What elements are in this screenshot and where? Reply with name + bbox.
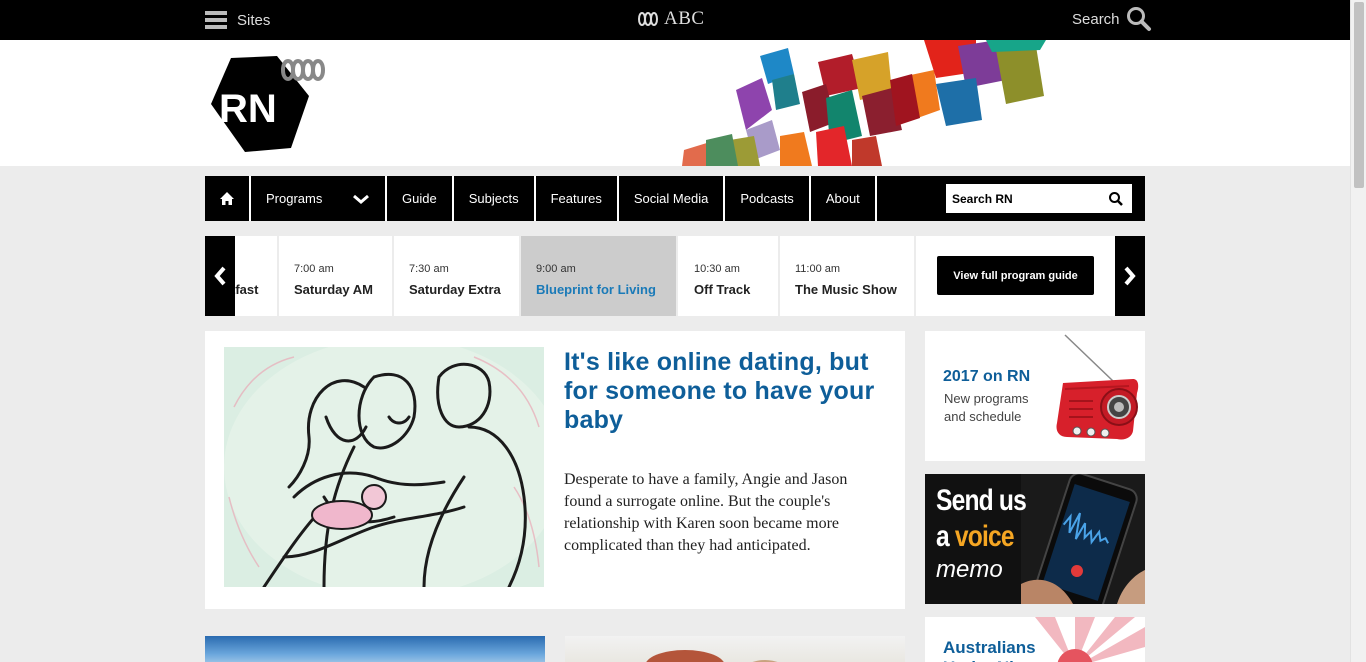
slot-title: Off Track [694,282,751,297]
schedule-slot[interactable]: 10:30 am Off Track [678,236,780,316]
promo-send-voice-memo[interactable]: Send us a voice memo [925,474,1145,604]
nav-subjects[interactable]: Subjects [454,176,536,221]
feature-summary: Desperate to have a family, Angie and Ja… [564,471,848,554]
global-search-label: Search [1072,10,1120,28]
slot-time: 7:30 am [409,263,449,275]
search-icon[interactable] [1108,191,1124,207]
decorative-mosaic-graphic [682,40,1046,166]
scrollbar-thumb[interactable] [1354,2,1364,188]
nav-about-label: About [825,191,860,206]
nav-programs-label: Programs [266,191,323,206]
promo2-line1: Send us [936,484,1027,517]
nav-features[interactable]: Features [536,176,619,221]
rn-search-input[interactable] [952,191,1102,206]
nav-programs[interactable]: Programs [251,176,387,221]
promo1-text: New programs and schedule [944,391,1029,424]
nav-home[interactable] [205,176,251,221]
promo-australians-under[interactable]: Australians Under Ni [925,617,1145,662]
search-icon [1126,7,1151,31]
phone-recording-image [1021,474,1145,604]
menu-icon [205,11,227,29]
schedule-slot[interactable]: 7:00 am Saturday AM [279,236,394,316]
schedule-slot[interactable]: 11:00 am The Music Show [780,236,916,316]
schedule-slot[interactable]: tfast [235,236,279,316]
story-card-image[interactable] [205,636,545,662]
story-card-photo [646,650,777,662]
chevron-left-icon [214,266,226,286]
rn-search-box [946,184,1132,213]
promo3-title: Australians Under Ni [943,638,1036,662]
rn-header-banner: RN [0,40,1350,166]
schedule-slot[interactable]: 7:30 am Saturday Extra [394,236,521,316]
abc-lissajous-icon [637,12,659,26]
nav-features-label: Features [550,191,602,206]
chevron-down-icon [353,194,369,204]
nav-guide-label: Guide [402,191,437,206]
chevron-right-icon [1124,266,1136,286]
promo-2017-on-rn[interactable]: 2017 on RN New programs and schedule [925,331,1145,461]
slot-time: 7:00 am [294,263,334,275]
schedule-prev-button[interactable] [205,236,235,316]
schedule-next-button[interactable] [1115,236,1145,316]
slot-title: Saturday Extra [409,282,501,297]
abc-logo-text: ABC [664,8,705,29]
promo1-title: 2017 on RN [943,368,1031,385]
global-search-button[interactable]: Search [1072,6,1152,32]
feature-story: It's like online dating, but for someone… [205,331,905,609]
rn-hexagon-logo-icon: RN [211,56,326,152]
story-card-image[interactable] [565,636,905,662]
nav-podcasts-label: Podcasts [740,191,794,206]
nav-podcasts[interactable]: Podcasts [725,176,811,221]
rn-logo-text: RN [219,87,277,131]
slot-title: The Music Show [795,282,897,297]
slot-title: tfast [235,282,259,297]
slot-title: Saturday AM [294,282,373,297]
promo2-line2-accent: voice [954,520,1015,553]
sites-label: Sites [237,11,271,29]
slot-title: Blueprint for Living [536,282,656,297]
feature-headline[interactable]: It's like online dating, but for someone… [564,348,894,435]
program-schedule-strip: tfast 7:00 am Saturday AM 7:30 am Saturd… [205,236,1145,316]
home-icon [220,192,234,205]
main-nav: Programs Guide Subjects Features Social … [205,176,1145,221]
rn-logo[interactable]: RN [205,50,335,161]
nav-social-media-label: Social Media [633,191,709,206]
promo2-line3: memo [936,556,1003,583]
nav-subjects-label: Subjects [468,191,519,206]
abc-logo[interactable]: ABC [636,8,705,30]
nav-guide[interactable]: Guide [387,176,454,221]
abc-global-bar: Sites ABC Search [0,0,1350,40]
nav-about[interactable]: About [811,176,877,221]
promo2-line2: a voice [936,520,1015,554]
slot-time: 10:30 am [694,263,740,275]
nav-social-media[interactable]: Social Media [619,176,726,221]
slot-time [235,263,277,277]
radio-icon [1056,334,1139,440]
promo2-line2-a: a [936,520,950,553]
view-program-guide-button[interactable]: View full program guide [937,256,1094,295]
page-scrollbar[interactable] [1350,0,1366,662]
surrogacy-illustration-image[interactable] [224,347,544,587]
schedule-slot-current[interactable]: 9:00 am Blueprint for Living [521,236,678,316]
slot-time: 11:00 am [795,263,841,275]
slot-time: 9:00 am [536,263,576,275]
sites-menu-button[interactable]: Sites [205,9,270,31]
